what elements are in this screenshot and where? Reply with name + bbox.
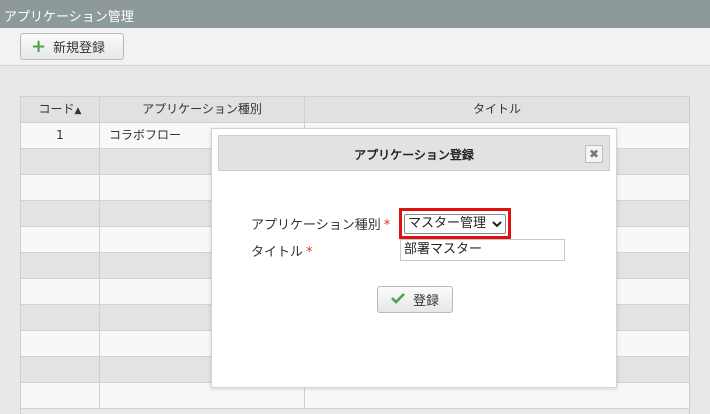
title-label: タイトル *	[251, 245, 313, 260]
title-input[interactable]: 部署マスター	[400, 239, 565, 261]
required-mark: *	[383, 218, 391, 233]
app-header: アプリケーション管理	[0, 0, 710, 28]
cell-code: 1	[21, 123, 100, 148]
page-title: アプリケーション管理	[4, 10, 134, 25]
sort-ascending-icon: ▲	[74, 106, 82, 116]
register-button[interactable]: 登録	[377, 286, 453, 313]
dialog-header: アプリケーション登録 ✖	[218, 135, 610, 171]
plus-icon: +	[31, 35, 47, 57]
close-icon[interactable]: ✖	[585, 145, 603, 163]
column-header-type[interactable]: アプリケーション種別	[100, 97, 305, 122]
application-register-dialog: アプリケーション登録 ✖ アプリケーション種別 * マスター管理 タイトル * 部署…	[211, 128, 617, 388]
column-header-title[interactable]: タイトル	[305, 97, 689, 122]
application-type-select[interactable]: マスター管理	[404, 214, 506, 234]
highlight-box: マスター管理	[399, 208, 511, 239]
table-header: コード▲ アプリケーション種別 タイトル	[21, 96, 689, 123]
required-mark: *	[306, 245, 313, 260]
chevron-down-icon	[492, 215, 502, 239]
new-register-label: 新規登録	[53, 41, 106, 56]
column-header-code[interactable]: コード▲	[21, 97, 100, 122]
application-type-value: マスター管理	[408, 216, 487, 231]
check-icon	[391, 292, 413, 308]
toolbar: + 新規登録	[0, 28, 710, 66]
new-register-button[interactable]: + 新規登録	[20, 33, 124, 60]
register-label: 登録	[413, 294, 440, 309]
application-type-label: アプリケーション種別 *	[251, 218, 391, 233]
dialog-title: アプリケーション登録	[354, 148, 474, 162]
